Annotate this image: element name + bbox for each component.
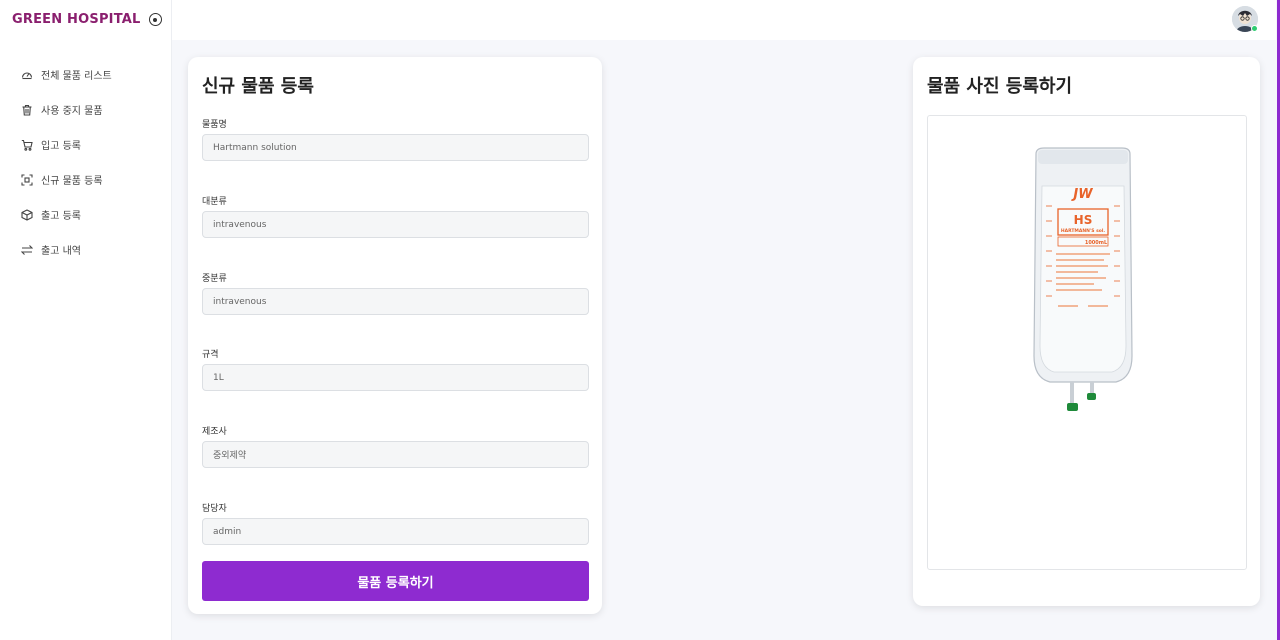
item-name-label: 물품명: [202, 120, 227, 130]
scan-icon: [21, 173, 33, 186]
bag-code: HS: [1074, 213, 1093, 227]
form-title: 신규 물품 등록: [202, 76, 314, 97]
box-icon: [21, 208, 33, 221]
manager-field[interactable]: [202, 518, 589, 545]
sub-category-label: 중분류: [202, 274, 227, 284]
manager-label: 담당자: [202, 504, 227, 514]
photo-upload-area[interactable]: JW HS HARTMANN'S sol. 1000mL: [927, 115, 1247, 570]
sub-category-field[interactable]: [202, 288, 589, 315]
item-photo-card: 물품 사진 등록하기 JW HS HARTMANN'S sol. 1000mL: [913, 57, 1260, 606]
bag-logo: JW: [1070, 187, 1093, 202]
brand-logo[interactable]: GREEN HOSPITAL: [12, 12, 141, 27]
gauge-icon: [21, 71, 33, 79]
sidebar-item-outbound-history[interactable]: 출고 내역: [0, 232, 171, 267]
topbar: [172, 0, 1276, 40]
sidebar-item-all-items[interactable]: 전체 물품 리스트: [0, 57, 171, 92]
sidebar-item-label: 출고 등록: [41, 211, 81, 222]
sidebar-item-inbound[interactable]: 입고 등록: [0, 127, 171, 162]
sidebar-item-label: 입고 등록: [41, 141, 81, 152]
manufacturer-field[interactable]: [202, 441, 589, 468]
bag-name: HARTMANN'S sol.: [1061, 228, 1106, 234]
sidebar-item-label: 신규 물품 등록: [41, 176, 103, 187]
major-category-label: 대분류: [202, 197, 227, 207]
sidebar-item-new-item[interactable]: 신규 물품 등록: [0, 162, 171, 197]
item-name-field[interactable]: [202, 134, 589, 161]
brand: GREEN HOSPITAL: [12, 12, 162, 27]
product-image: JW HS HARTMANN'S sol. 1000mL: [1033, 147, 1133, 411]
register-item-button[interactable]: 물품 등록하기: [202, 561, 589, 601]
sidebar-item-label: 사용 중지 물품: [41, 106, 103, 117]
sidebar-item-label: 출고 내역: [41, 246, 81, 257]
online-status-icon: [1251, 25, 1258, 32]
sidebar-item-discontinued[interactable]: 사용 중지 물품: [0, 92, 171, 127]
sidebar-item-outbound[interactable]: 출고 등록: [0, 197, 171, 232]
bag-volume: 1000mL: [1085, 240, 1108, 246]
trash-icon: [22, 104, 32, 116]
spec-label: 규격: [202, 350, 219, 360]
manufacturer-label: 제조사: [202, 427, 227, 437]
spec-field[interactable]: [202, 364, 589, 391]
cart-icon: [21, 139, 33, 151]
sidebar-item-label: 전체 물품 리스트: [41, 71, 112, 82]
sidebar-toggle-icon[interactable]: [148, 13, 162, 26]
major-category-field[interactable]: [202, 211, 589, 238]
sidebar: GREEN HOSPITAL 전체 물품 리스트 사용 중지 물품 입고 등록: [0, 0, 172, 640]
swap-arrows-icon: [21, 244, 33, 255]
sidebar-nav: 전체 물품 리스트 사용 중지 물품 입고 등록 신규 물품 등록 출고 등록: [0, 57, 171, 267]
photo-title: 물품 사진 등록하기: [927, 76, 1073, 97]
new-item-form-card: 신규 물품 등록 물품명 대분류 중분류 규격 제조사 담당자 물품 등록하기: [188, 57, 602, 614]
